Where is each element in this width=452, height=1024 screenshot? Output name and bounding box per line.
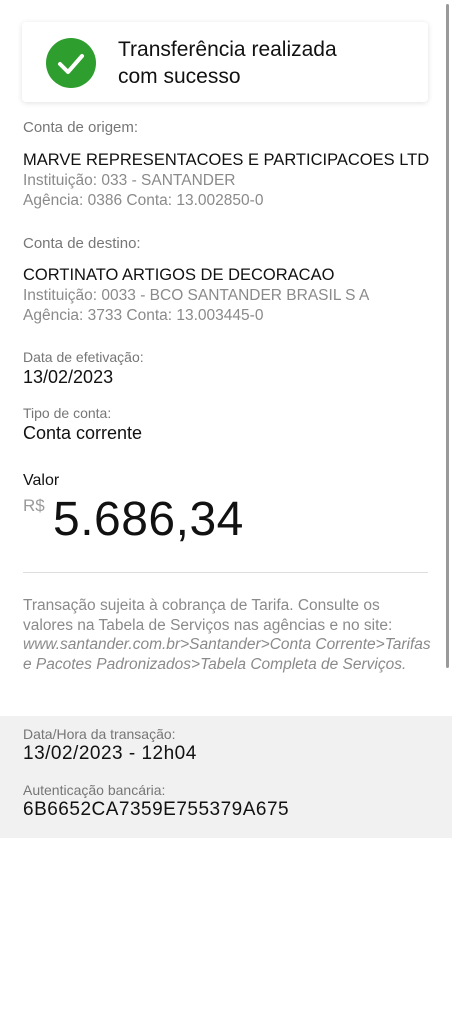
transaction-datetime-value: 13/02/2023 - 12h04 — [23, 743, 197, 764]
origin-branch-account: Agência: 0386 Conta: 13.002850-0 — [23, 192, 264, 209]
amount-value: 5.686,34 — [53, 493, 244, 546]
bank-authentication-label: Autenticação bancária: — [23, 782, 166, 798]
checkmark-icon — [46, 38, 96, 88]
disclaimer-site-path: www.santander.com.br>Santander>Conta Cor… — [23, 636, 431, 673]
transaction-footer: Data/Hora da transação: 13/02/2023 - 12h… — [0, 716, 452, 838]
origin-institution: Instituição: 033 - SANTANDER — [23, 172, 236, 189]
effective-date-label: Data de efetivação: — [23, 349, 144, 365]
success-banner: Transferência realizada com sucesso — [22, 22, 428, 102]
success-title-line2: com sucesso — [118, 65, 241, 88]
disclaimer-text: Transação sujeita à cobrança de Tarifa. … — [23, 597, 393, 634]
bank-authentication-value: 6B6652CA7359E755379A675 — [23, 799, 290, 820]
amount-label: Valor — [23, 472, 60, 489]
fee-disclaimer: Transação sujeita à cobrança de Tarifa. … — [23, 596, 433, 674]
divider — [23, 572, 428, 573]
account-type-value: Conta corrente — [23, 423, 143, 443]
origin-label: Conta de origem: — [23, 119, 139, 136]
destination-institution: Instituição: 0033 - BCO SANTANDER BRASIL… — [23, 287, 370, 304]
effective-date-value: 13/02/2023 — [23, 367, 114, 387]
transaction-datetime-label: Data/Hora da transação: — [23, 726, 176, 742]
success-title: Transferência realizada com sucesso — [118, 36, 408, 90]
transfer-receipt-page: Transferência realizada com sucesso Cont… — [0, 0, 452, 1024]
destination-label: Conta de destino: — [23, 235, 141, 252]
destination-branch-account: Agência: 3733 Conta: 13.003445-0 — [23, 307, 264, 324]
origin-account-name: MARVE REPRESENTACOES E PARTICIPACOES LTD — [23, 151, 430, 169]
success-title-line1: Transferência realizada — [118, 38, 337, 61]
scrollbar[interactable] — [446, 4, 449, 668]
currency-symbol: R$ — [23, 496, 45, 515]
destination-account-name: CORTINATO ARTIGOS DE DECORACAO — [23, 266, 335, 284]
account-type-label: Tipo de conta: — [23, 405, 112, 421]
